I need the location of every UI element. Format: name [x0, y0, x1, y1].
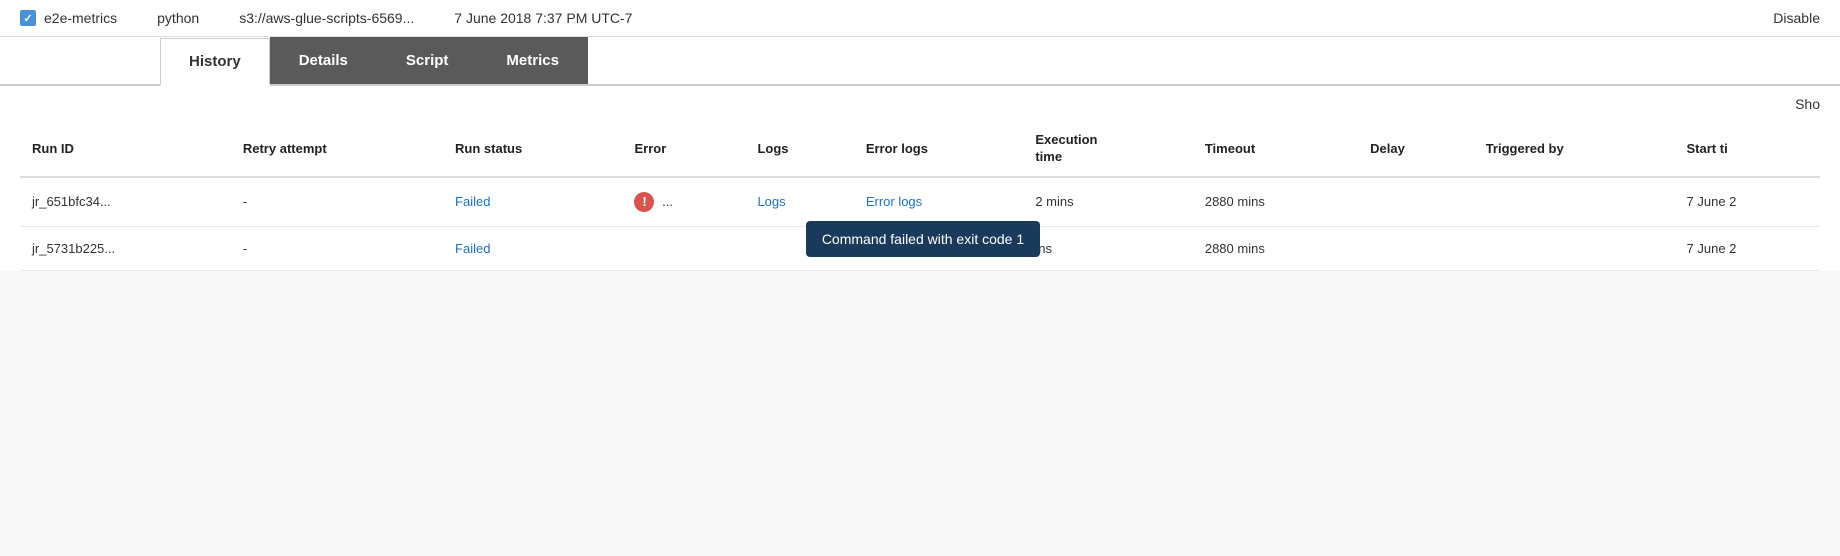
datetime-item: 7 June 2018 7:37 PM UTC-7 — [454, 10, 632, 26]
cell-status-1: Failed — [443, 177, 622, 227]
error-icon-1[interactable]: ! — [634, 192, 654, 212]
col-retry-attempt: Retry attempt — [231, 122, 443, 177]
col-start-time: Start ti — [1675, 122, 1820, 177]
col-run-status: Run status — [443, 122, 622, 177]
cell-timeout-2: 2880 mins — [1193, 226, 1358, 270]
language-value: python — [157, 10, 199, 26]
show-bar: Sho — [0, 86, 1840, 122]
col-error-logs: Error logs — [854, 122, 1024, 177]
cell-delay-1 — [1358, 177, 1474, 227]
job-name: e2e-metrics — [44, 10, 117, 26]
tab-metrics[interactable]: Metrics — [477, 37, 588, 84]
tooltip-box: Command failed with exit code 1 — [806, 221, 1040, 257]
col-error: Error — [622, 122, 745, 177]
tab-script[interactable]: Script — [377, 37, 478, 84]
cell-starttime-1: 7 June 2 — [1675, 177, 1820, 227]
datetime-value: 7 June 2018 7:37 PM UTC-7 — [454, 10, 632, 26]
tab-details[interactable]: Details — [270, 37, 377, 84]
show-label: Sho — [1795, 96, 1820, 112]
cell-run-id-2: jr_5731b225... — [20, 226, 231, 270]
cell-retry-2: - — [231, 226, 443, 270]
top-bar: e2e-metrics python s3://aws-glue-scripts… — [0, 0, 1840, 37]
error-logs-tooltip-wrapper: Error logs Command failed with exit code… — [866, 194, 922, 209]
cell-exectime-1: 2 mins — [1023, 177, 1193, 227]
col-triggered-by: Triggered by — [1474, 122, 1675, 177]
tab-history[interactable]: History — [160, 38, 270, 86]
cell-status-2: Failed — [443, 226, 622, 270]
disable-label: Disable — [1773, 10, 1820, 26]
error-dots-1: ... — [662, 194, 673, 209]
job-checkbox[interactable] — [20, 10, 36, 26]
cell-triggered-2 — [1474, 226, 1675, 270]
cell-triggered-1 — [1474, 177, 1675, 227]
cell-error-1: ! ... — [622, 177, 745, 227]
cell-timeout-1: 2880 mins — [1193, 177, 1358, 227]
cell-retry-1: - — [231, 177, 443, 227]
cell-error-2 — [622, 226, 745, 270]
col-delay: Delay — [1358, 122, 1474, 177]
cell-delay-2 — [1358, 226, 1474, 270]
script-path-value: s3://aws-glue-scripts-6569... — [239, 10, 414, 26]
table-row: jr_651bfc34... - Failed ! ... Logs Error… — [20, 177, 1820, 227]
cell-starttime-2: 7 June 2 — [1675, 226, 1820, 270]
col-run-id: Run ID — [20, 122, 231, 177]
history-table: Run ID Retry attempt Run status Error Lo… — [20, 122, 1820, 271]
col-execution-time: Execution time — [1023, 122, 1193, 177]
table-header-row: Run ID Retry attempt Run status Error Lo… — [20, 122, 1820, 177]
col-logs: Logs — [745, 122, 853, 177]
job-entry: e2e-metrics — [20, 10, 117, 26]
tooltip-message: Command failed with exit code 1 — [822, 231, 1024, 247]
disable-button[interactable]: Disable — [1773, 10, 1820, 26]
history-table-container: Run ID Retry attempt Run status Error Lo… — [0, 122, 1840, 271]
cell-logs-1: Logs — [745, 177, 853, 227]
cell-errorlogs-1: Error logs Command failed with exit code… — [854, 177, 1024, 227]
language-item: python — [157, 10, 199, 26]
col-timeout: Timeout — [1193, 122, 1358, 177]
cell-exectime-2: ins — [1023, 226, 1193, 270]
script-path-item: s3://aws-glue-scripts-6569... — [239, 10, 414, 26]
tabs-bar: History Details Script Metrics — [0, 37, 1840, 86]
cell-run-id-1: jr_651bfc34... — [20, 177, 231, 227]
